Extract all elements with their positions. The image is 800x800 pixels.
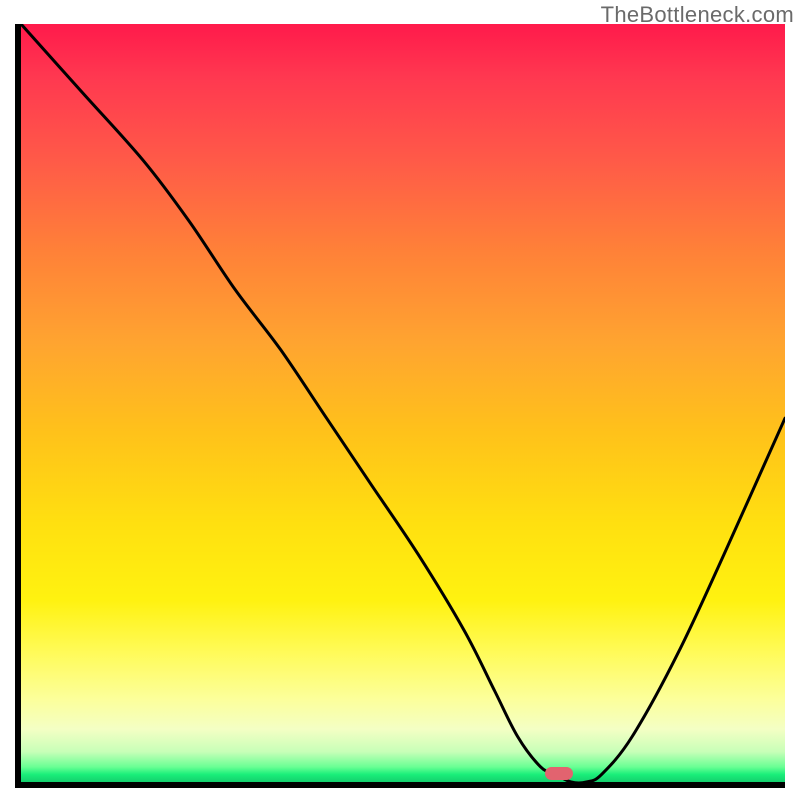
- curve-svg: [21, 24, 785, 782]
- watermark-text: TheBottleneck.com: [601, 2, 794, 28]
- bottleneck-curve: [21, 24, 785, 782]
- x-axis: [15, 782, 785, 788]
- chart-container: TheBottleneck.com: [0, 0, 800, 800]
- y-axis: [15, 24, 21, 788]
- value-marker: [545, 767, 573, 780]
